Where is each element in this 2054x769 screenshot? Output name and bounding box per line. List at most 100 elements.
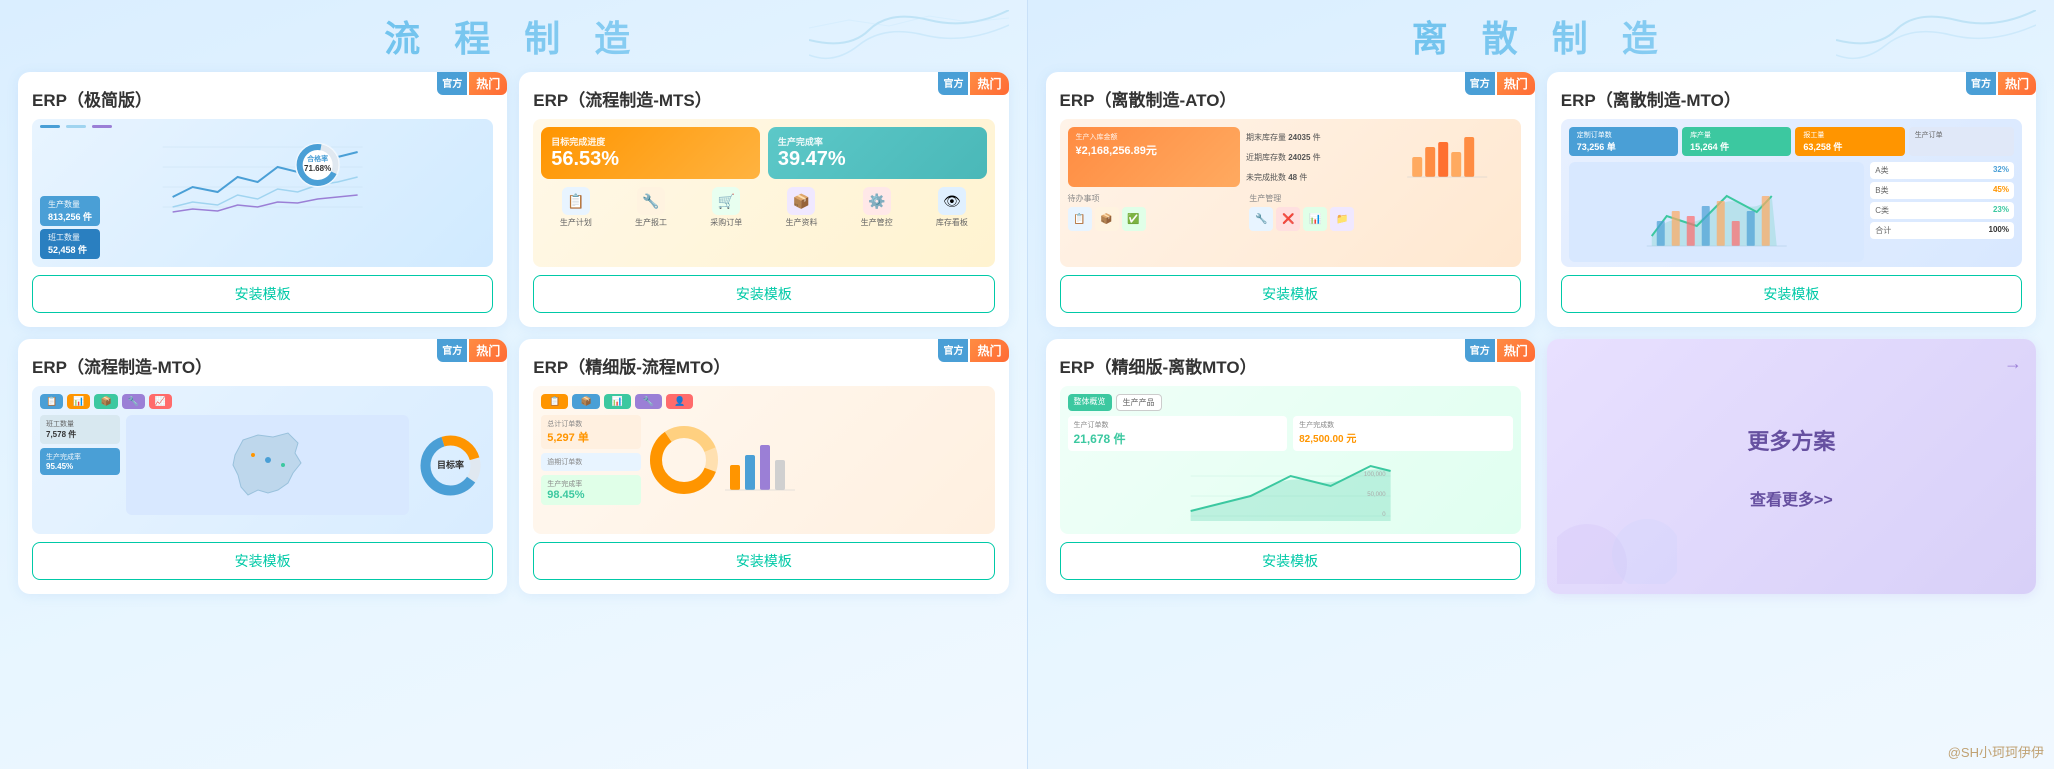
badge-group-4: 官方 热门	[938, 339, 1008, 362]
mts-kpi-row: 目标完成进度 56.53% 生产完成率 39.47%	[541, 127, 986, 179]
watermark: @SH小珂珂伊伊	[1948, 742, 2044, 761]
jijian-stat-2: 班工数量 52,458 件	[40, 229, 100, 259]
mts-icon-label-6: 库存看板	[936, 217, 968, 228]
prod-icon-1: 🔧	[1249, 207, 1273, 231]
ato-amount-title: 生产入库金额	[1076, 132, 1232, 142]
prod-icon-4: 📁	[1330, 207, 1354, 231]
mts-kpi2-val: 39.47%	[778, 148, 977, 171]
ato-bar-area	[1382, 127, 1512, 187]
card-title-7: ERP（精细版-离散MTO）	[1060, 353, 1257, 378]
card-header-6: ERP（离散制造-MTO） 官方 热门	[1561, 86, 2022, 111]
card-erp-jijian: ERP（极简版） 官方 热门	[18, 72, 507, 327]
lc-mto-main: 班工数量 7,578 件 生产完成率 95.45%	[40, 415, 485, 515]
lc-icon-3: 📦	[94, 394, 117, 409]
install-btn-5[interactable]: 安装模板	[1060, 275, 1521, 313]
card-preview-3: 📋 📊 📦 🔧 📈 班工数量 7,578 件	[32, 386, 493, 534]
card-erp-dis-mto: ERP（离散制造-MTO） 官方 热门 定制订单数 73,256 单	[1547, 72, 2036, 327]
card-preview-4: 📋 📦 📊 🔧 👤 总计订单数 5,297 单	[533, 386, 994, 534]
ato-prod-mgmt: 生产管理 🔧 ❌ 📊 📁	[1249, 193, 1513, 231]
mts-icon-box-5: ⚙️	[863, 187, 891, 215]
lc-icon-2: 📊	[67, 394, 90, 409]
card-preview-1: 合格率 71.68% 生产数量 813,256 件 班工数量 52,458 件	[32, 119, 493, 267]
svg-text:50,000: 50,000	[1367, 492, 1386, 498]
mts-icon-2: 🔧 生产报工	[635, 187, 667, 228]
jx-dis-stats-row: 生产订单数 21,678 件 生产完成数 82,500.00 元	[1068, 416, 1513, 451]
jx-icon-2: 📦	[572, 394, 599, 409]
dis-stat-3: 报工量 63,258 件	[1795, 127, 1904, 156]
dis-mto-charts: A类32% B类45% C类23% 合计100%	[1569, 162, 2014, 262]
mts-icon-label-1: 生产计划	[560, 217, 592, 228]
dis-mto-top-stats: 定制订单数 73,256 单 库产量 15,264 件 报工量 63,258 件	[1569, 127, 2014, 156]
mts-icon-4: 📦 生产资料	[785, 187, 817, 228]
card-erp-lc-mto: ERP（流程制造-MTO） 官方 热门 📋 📊 📦 🔧 📈	[18, 339, 507, 594]
section-header-left: 流 程 制 造	[18, 10, 1009, 62]
jx-dis-area-chart: 100,000 50,000 0	[1068, 456, 1513, 526]
lc-mto-stats: 班工数量 7,578 件 生产完成率 95.45%	[40, 415, 120, 515]
jx-icon-3: 📊	[604, 394, 631, 409]
card-title-4: ERP（精细版-流程MTO）	[533, 353, 730, 378]
mts-icon-box-4: 📦	[787, 187, 815, 215]
badge-hot-3: 热门	[469, 339, 507, 362]
card-title-6: ERP（离散制造-MTO）	[1561, 86, 1741, 111]
install-btn-6[interactable]: 安装模板	[1561, 275, 2022, 313]
badge-group-5: 官方 热门	[1465, 72, 1535, 95]
jx-icon-4: 🔧	[635, 394, 662, 409]
card-header-2: ERP（流程制造-MTS） 官方 热门	[533, 86, 994, 111]
card-preview-6: 定制订单数 73,256 单 库产量 15,264 件 报工量 63,258 件	[1561, 119, 2022, 267]
lc-mto-donut: 目标率	[415, 415, 485, 515]
install-btn-4[interactable]: 安装模板	[533, 542, 994, 580]
badge-hot-7: 热门	[1497, 339, 1535, 362]
more-link[interactable]: 查看更多>>	[1750, 486, 1833, 510]
badge-hot-2: 热门	[970, 72, 1008, 95]
mts-icon-1: 📋 生产计划	[560, 187, 592, 228]
jijian-stat-1: 生产数量 813,256 件	[40, 196, 100, 226]
ato-prod-icons: 🔧 ❌ 📊 📁	[1249, 207, 1513, 231]
card-preview-2: 目标完成进度 56.53% 生产完成率 39.47% 📋 生产计划	[533, 119, 994, 267]
dis-line-chart	[1569, 162, 1865, 262]
card-header-4: ERP（精细版-流程MTO） 官方 热门	[533, 353, 994, 378]
jijian-legend	[40, 125, 112, 128]
card-preview-5: 生产入库金额 ¥2,168,256.89元 期末库存量 24035 件 近期库存…	[1060, 119, 1521, 267]
mts-kpi-2: 生产完成率 39.47%	[768, 127, 987, 179]
mts-icon-6: 👁 库存看板	[936, 187, 968, 228]
jx-stat-box-1: 总计订单数 5,297 单	[541, 415, 641, 449]
card-erp-jx-lc: ERP（精细版-流程MTO） 官方 热门 📋 📦 📊 🔧 👤	[519, 339, 1008, 594]
badge-group-3: 官方 热门	[437, 339, 507, 362]
lc-mto-map	[126, 415, 409, 515]
card-header-5: ERP（离散制造-ATO） 官方 热门	[1060, 86, 1521, 111]
jx-bars	[725, 425, 795, 495]
install-btn-2[interactable]: 安装模板	[533, 275, 994, 313]
badge-hot-5: 热门	[1497, 72, 1535, 95]
jx-dis-tabs: 整体概览 生产产品	[1068, 394, 1513, 411]
cards-grid-left: ERP（极简版） 官方 热门	[18, 72, 1009, 594]
install-btn-7[interactable]: 安装模板	[1060, 542, 1521, 580]
jijian-stats: 生产数量 813,256 件 班工数量 52,458 件	[40, 196, 100, 259]
todo-icon-3: ✅	[1122, 207, 1146, 231]
ato-bar-chart	[1382, 127, 1512, 182]
install-btn-1[interactable]: 安装模板	[32, 275, 493, 313]
jx-dis-tab-1: 整体概览	[1068, 394, 1112, 411]
dis-stat-1: 定制订单数 73,256 单	[1569, 127, 1678, 156]
todo-icon-2: 📦	[1095, 207, 1119, 231]
svg-text:目标率: 目标率	[437, 459, 464, 470]
more-arrow-icon[interactable]: →	[2004, 353, 2022, 374]
card-header-1: ERP（极简版） 官方 热门	[32, 86, 493, 111]
card-title-2: ERP（流程制造-MTS）	[533, 86, 712, 111]
ato-bottom-row: 待办事项 📋 📦 ✅ 生产管理 🔧 ❌	[1068, 193, 1513, 231]
card-title-5: ERP（离散制造-ATO）	[1060, 86, 1237, 111]
jx-stat-box-2: 逾期订单数	[541, 453, 641, 471]
page-wrapper: 流 程 制 造 ERP（极简版） 官方 热门	[0, 0, 2054, 769]
badge-official-6: 官方	[1966, 72, 1996, 95]
svg-text:71.68%: 71.68%	[304, 164, 331, 173]
more-title: 更多方案	[1747, 424, 1835, 456]
section-title-left: 流 程 制 造	[18, 10, 1009, 62]
mts-icon-label-2: 生产报工	[635, 217, 667, 228]
ato-todo-icons: 📋 📦 ✅	[1068, 207, 1244, 231]
ato-stat-3: 未完成批数 48 件	[1246, 172, 1376, 183]
mts-icon-label-5: 生产管控	[861, 217, 893, 228]
install-btn-3[interactable]: 安装模板	[32, 542, 493, 580]
mts-icon-label-4: 生产资料	[785, 217, 817, 228]
prod-icon-3: 📊	[1303, 207, 1327, 231]
badge-official-3: 官方	[437, 339, 467, 362]
mts-icon-label-3: 采购订单	[710, 217, 742, 228]
